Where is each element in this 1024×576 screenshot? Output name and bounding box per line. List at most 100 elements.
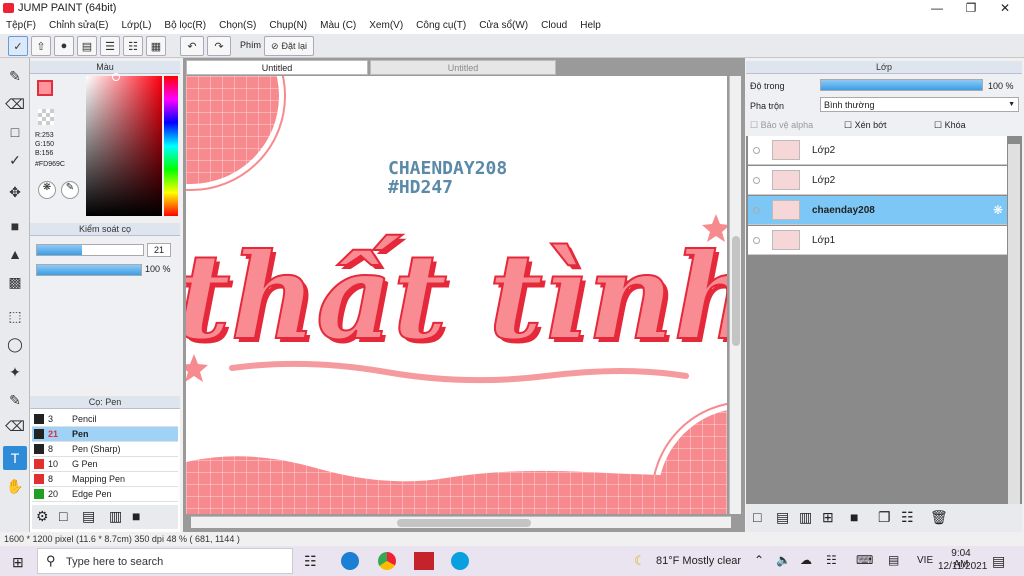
- menu-tools[interactable]: Công cụ(T): [416, 20, 466, 31]
- horizontal-scroll-thumb[interactable]: [397, 519, 531, 527]
- list-icon[interactable]: ☷: [123, 36, 143, 56]
- brush-item[interactable]: 21 Pen: [32, 427, 178, 442]
- layer-scrollbar[interactable]: [1008, 144, 1020, 504]
- layer-visibility-icon[interactable]: [753, 176, 760, 184]
- vertical-scrollbar[interactable]: [729, 76, 741, 514]
- menu-window[interactable]: Cửa sổ(W): [479, 20, 528, 31]
- brush-tool-icon[interactable]: ✎: [3, 64, 27, 88]
- layer-visibility-icon[interactable]: [753, 206, 760, 214]
- brush-item[interactable]: 8 Pen (Sharp): [32, 442, 178, 457]
- brush-item[interactable]: 8 Mapping Pen: [32, 472, 178, 487]
- brush-opacity-slider[interactable]: [36, 264, 142, 276]
- blend-mode-select[interactable]: Bình thường ▼: [820, 97, 1019, 112]
- layer-visibility-icon[interactable]: [753, 146, 760, 154]
- bucket-tool-icon[interactable]: ▲: [3, 242, 27, 266]
- new-layer-icon[interactable]: □: [753, 509, 761, 525]
- chevron-up-icon[interactable]: ⌃: [754, 553, 764, 567]
- menu-edit[interactable]: Chỉnh sửa(E): [49, 20, 109, 31]
- menu-layer[interactable]: Lớp(L): [122, 20, 152, 31]
- add-layer-menu-icon[interactable]: ⊞: [822, 509, 834, 526]
- export-icon[interactable]: ⇧: [31, 36, 51, 56]
- jump-paint-taskbar-icon[interactable]: [414, 552, 434, 570]
- notification-icon[interactable]: ▤: [992, 553, 1005, 570]
- menu-color[interactable]: Màu (C): [320, 20, 356, 31]
- cloud-icon[interactable]: ☁: [800, 553, 812, 567]
- transparent-swatch[interactable]: [38, 109, 54, 125]
- layer-opacity-slider[interactable]: [820, 79, 983, 91]
- eyedropper-palette-icon[interactable]: ✎: [61, 181, 79, 199]
- drawing-canvas[interactable]: CHAENDAY208 #HD247 thất tình thất tình: [186, 76, 727, 514]
- brush-folder-icon[interactable]: ■: [132, 508, 140, 524]
- copy-layer-icon[interactable]: ▤: [776, 509, 789, 526]
- reset-button[interactable]: ⊘ Đặt lại: [264, 36, 314, 56]
- language-indicator[interactable]: VIE: [917, 555, 933, 566]
- palette-icon[interactable]: ❋: [38, 181, 56, 199]
- marquee-tool-icon[interactable]: ⬚: [3, 304, 27, 328]
- magic-wand-tool-icon[interactable]: ✦: [3, 360, 27, 384]
- brush-size-slider[interactable]: [36, 244, 144, 256]
- select-eraser-tool-icon[interactable]: ⌫: [3, 414, 27, 438]
- merge-layer-icon[interactable]: ❐: [878, 509, 891, 526]
- hand-tool-icon[interactable]: ✋: [3, 474, 27, 498]
- select-mode-icon[interactable]: ✓: [8, 36, 28, 56]
- windows-start-icon[interactable]: ⊞: [12, 554, 24, 571]
- maximize-button[interactable]: ❐: [954, 0, 988, 16]
- tab-untitled[interactable]: Untitled: [370, 60, 556, 75]
- saturation-value-picker[interactable]: [86, 76, 162, 216]
- task-view-icon[interactable]: ☷: [304, 553, 317, 570]
- foreground-color-swatch[interactable]: [37, 80, 53, 96]
- hue-slider[interactable]: [164, 76, 178, 216]
- brush-settings-icon[interactable]: ⚙: [36, 508, 49, 525]
- menu-help[interactable]: Help: [580, 20, 601, 31]
- layer-row[interactable]: Lớp2: [748, 166, 1007, 195]
- volume-icon[interactable]: 🔈: [776, 553, 791, 567]
- menu-select[interactable]: Chọn(S): [219, 20, 256, 31]
- layer-visibility-icon[interactable]: [753, 236, 760, 244]
- redo-icon[interactable]: ↷: [207, 36, 231, 56]
- layer-settings-icon[interactable]: ☷: [901, 509, 914, 526]
- close-button[interactable]: ✕: [988, 0, 1022, 16]
- gradient-tool-icon[interactable]: ▩: [3, 270, 27, 294]
- search-box[interactable]: ⚲ Type here to search: [37, 548, 293, 574]
- undo-icon[interactable]: ↶: [180, 36, 204, 56]
- chrome-icon[interactable]: [378, 552, 396, 570]
- menu-filter[interactable]: Bộ lọc(R): [164, 20, 206, 31]
- horizontal-scrollbar[interactable]: [191, 516, 731, 528]
- import-layer-icon[interactable]: ▥: [799, 509, 812, 526]
- message-icon[interactable]: ▤: [77, 36, 97, 56]
- text-tool-icon[interactable]: T: [3, 446, 27, 470]
- menu-file[interactable]: Tệp(F): [6, 20, 36, 31]
- select-pen-tool-icon[interactable]: ✎: [3, 388, 27, 412]
- layer-row[interactable]: chaenday208 ❋: [748, 196, 1007, 225]
- move-tool-icon[interactable]: ✥: [3, 180, 27, 204]
- brush-item[interactable]: 20 Edge Pen: [32, 487, 178, 502]
- brush-item[interactable]: 3 Pencil: [32, 412, 178, 427]
- menu-view[interactable]: Xem(V): [369, 20, 403, 31]
- weather-text[interactable]: 81°F Mostly clear: [656, 555, 741, 567]
- lasso-tool-icon[interactable]: ◯: [3, 332, 27, 356]
- display-icon[interactable]: ▤: [888, 553, 899, 567]
- clock-date[interactable]: 12/11/2021: [938, 561, 987, 572]
- tab-untitled-active[interactable]: Untitled: [186, 60, 368, 75]
- eraser-tool-icon[interactable]: ⌫: [3, 92, 27, 116]
- color-picker-cursor[interactable]: [112, 73, 120, 81]
- menu-cloud[interactable]: Cloud: [541, 20, 567, 31]
- layer-row[interactable]: Lớp2: [748, 136, 1007, 165]
- comment-icon[interactable]: ●: [54, 36, 74, 56]
- eyedropper-tool-icon[interactable]: ✓: [3, 148, 27, 172]
- network-icon[interactable]: ☷: [826, 553, 837, 567]
- folder-icon[interactable]: ■: [850, 509, 858, 525]
- brush-menu-icon[interactable]: ▤: [82, 508, 95, 525]
- fill-rect-tool-icon[interactable]: ■: [3, 214, 27, 238]
- vertical-scroll-thumb[interactable]: [732, 236, 740, 346]
- skype-icon[interactable]: [451, 552, 469, 570]
- layer-row[interactable]: Lớp1: [748, 226, 1007, 255]
- edge-browser-icon[interactable]: [341, 552, 359, 570]
- lock-checkbox[interactable]: ☐ Khóa: [934, 120, 966, 131]
- document-icon[interactable]: ☰: [100, 36, 120, 56]
- rect-tool-icon[interactable]: □: [3, 120, 27, 144]
- keyboard-icon[interactable]: ⌨: [856, 553, 873, 567]
- layer-settings-gear-icon[interactable]: ❋: [993, 203, 1003, 217]
- protect-alpha-checkbox[interactable]: ☐ Bảo vệ alpha: [750, 120, 813, 131]
- brush-import-icon[interactable]: ▥: [109, 508, 122, 525]
